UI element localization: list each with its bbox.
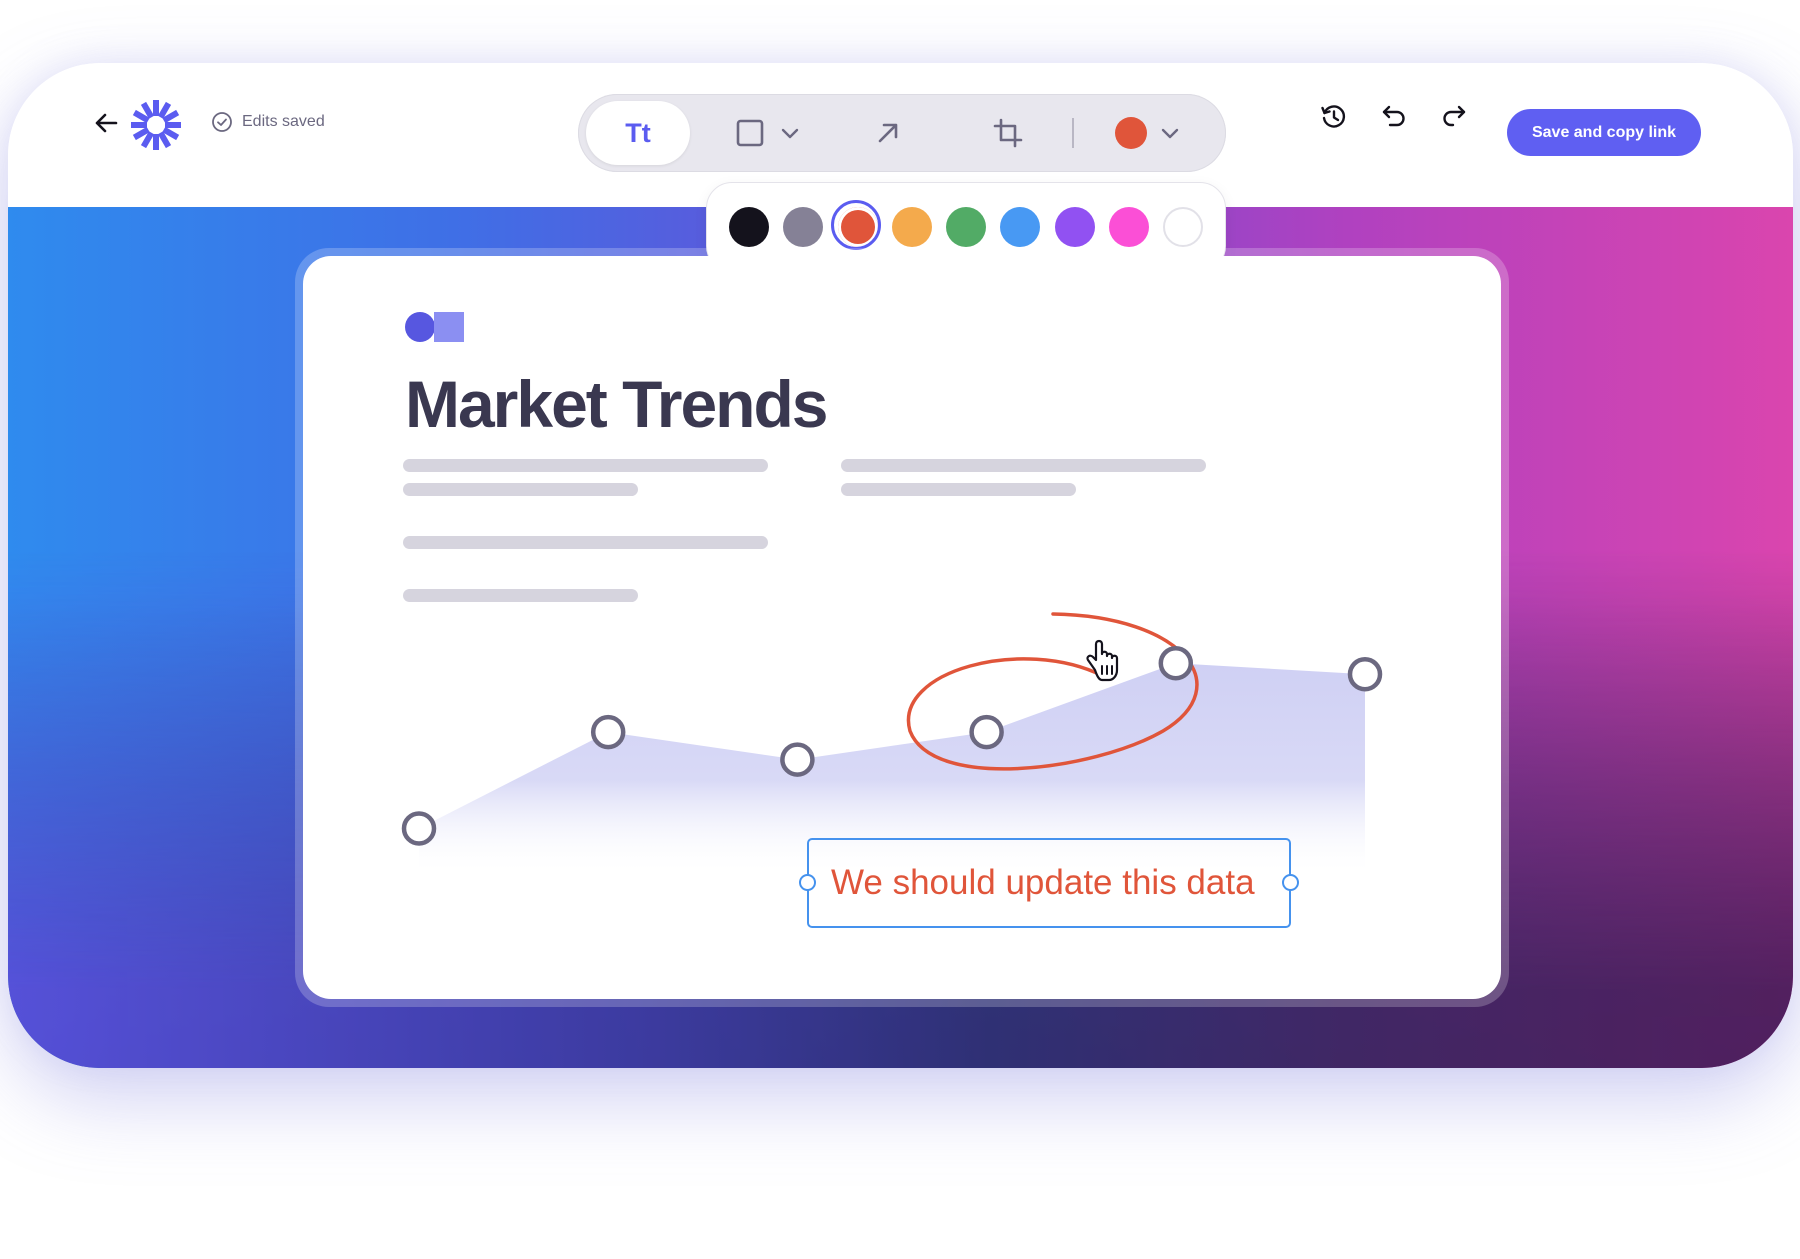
app-logo [130,99,182,151]
chevron-down-icon [781,128,799,139]
document-preview: Market Trends We should update this data [303,256,1501,999]
resize-handle-left[interactable] [799,874,816,891]
chevron-down-icon [1161,128,1179,139]
color-swatch[interactable] [891,207,932,247]
arrow-left-icon [95,113,118,133]
current-color-swatch [1115,117,1147,149]
arrow-tool-button[interactable] [858,94,918,172]
color-swatch[interactable] [1054,207,1095,247]
toolbar-divider [1072,118,1074,148]
save-status: Edits saved [211,111,325,133]
color-swatch[interactable] [1108,207,1149,247]
square-icon [736,119,764,147]
chart-data-point[interactable] [969,714,1004,750]
text-annotation-box[interactable]: We should update this data [799,838,1299,928]
history-icon [1321,105,1346,128]
document-frame: Market Trends We should update this data [295,248,1509,1007]
save-and-copy-link-button[interactable]: Save and copy link [1507,109,1701,156]
resize-handle-right[interactable] [1282,874,1299,891]
crop-icon [993,118,1023,148]
undo-button[interactable] [1378,101,1410,133]
color-swatch[interactable] [1163,207,1203,247]
hand-pointer-cursor-icon [1086,639,1119,682]
back-button[interactable] [88,105,124,141]
text-tool-button[interactable]: Tt [586,101,690,165]
annotation-toolbar: Tt [578,94,1226,172]
redo-icon [1443,105,1466,127]
text-tool-label: Tt [625,117,651,148]
arrow-up-right-icon [878,123,898,143]
color-swatch[interactable] [1000,207,1041,247]
save-status-text: Edits saved [242,113,325,130]
redo-button[interactable] [1438,101,1470,133]
chart-data-point[interactable] [590,714,626,750]
annotation-text[interactable]: We should update this data [831,863,1255,903]
undo-icon [1382,105,1405,127]
chart-data-point[interactable] [780,742,815,777]
chart-data-point[interactable] [1347,656,1383,692]
color-swatch[interactable] [830,200,881,250]
color-swatch[interactable] [783,207,824,247]
check-circle-icon [212,112,232,132]
color-swatch[interactable] [729,207,769,247]
crop-tool-button[interactable] [978,94,1038,172]
editor-window: Edits saved Tt Save and copy link Market… [8,63,1793,1068]
color-picker-button[interactable] [1108,94,1188,172]
history-actions [1318,101,1470,133]
color-swatch[interactable] [946,207,986,247]
history-button[interactable] [1318,101,1350,133]
chart-data-point[interactable] [1158,645,1194,681]
sunburst-logo-icon [131,100,181,150]
chart-data-point[interactable] [401,811,437,846]
rectangle-tool-button[interactable] [728,94,808,172]
